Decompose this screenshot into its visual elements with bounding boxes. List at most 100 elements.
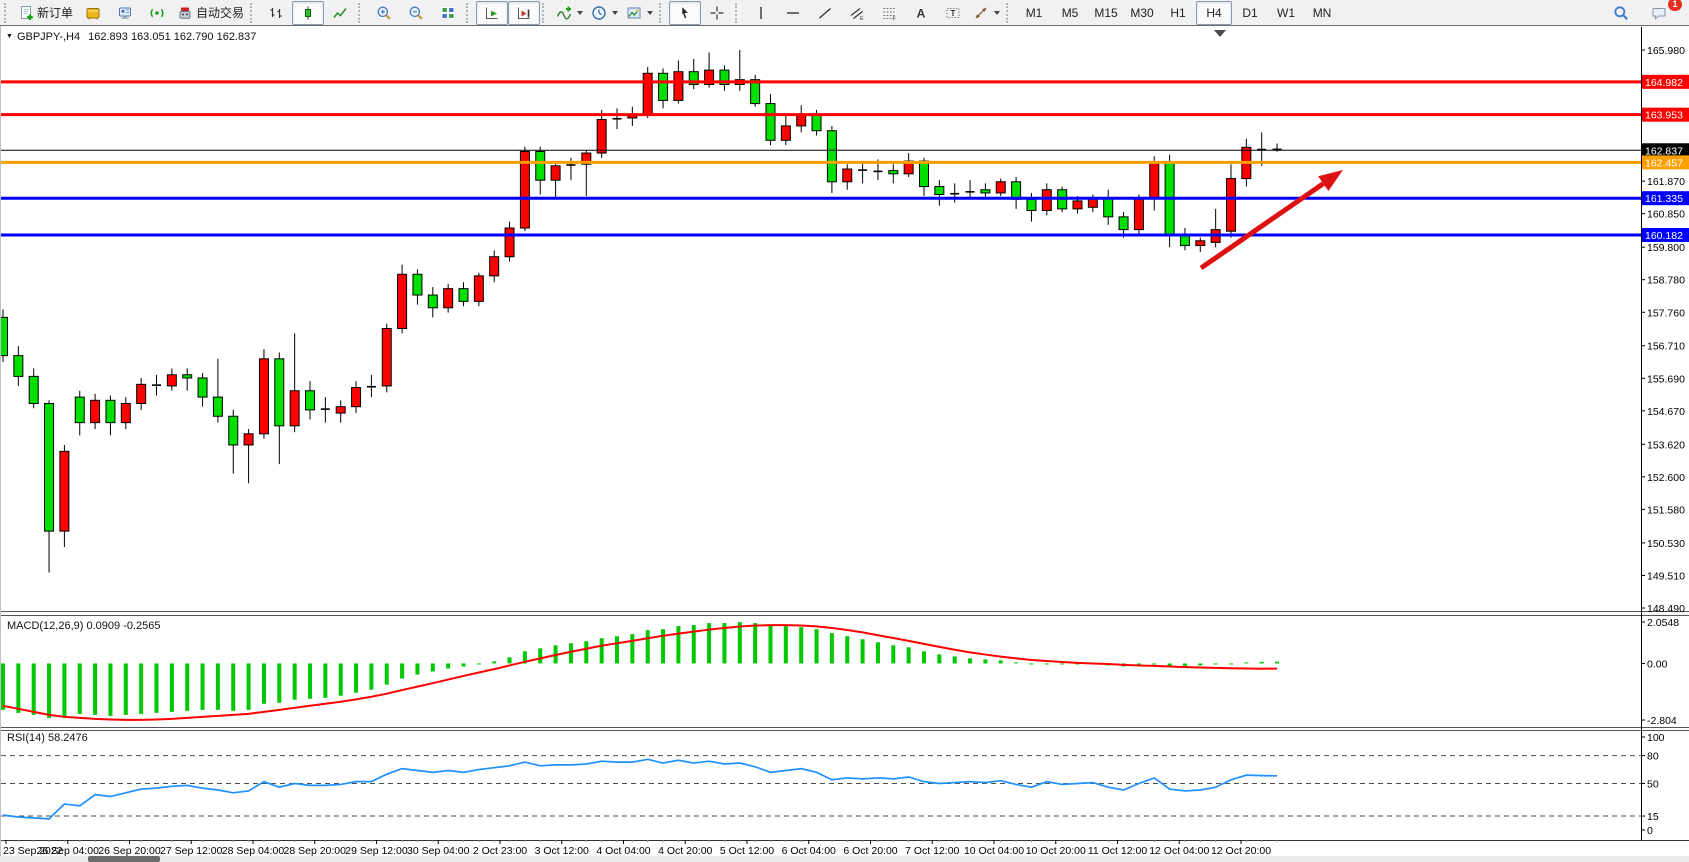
tiles-icon [440, 5, 456, 21]
templates-menu-button[interactable] [622, 1, 657, 25]
horizontal-scrollbar[interactable] [0, 856, 1689, 862]
tf-w1[interactable]: W1 [1268, 1, 1304, 25]
tf-d1[interactable]: D1 [1232, 1, 1268, 25]
autotrading-button[interactable]: 自动交易 [173, 1, 248, 25]
new-order-button[interactable]: 新订单 [14, 1, 77, 25]
tile-windows-button[interactable] [432, 1, 464, 25]
scrollbar-thumb[interactable] [88, 856, 160, 862]
svg-text:155.690: 155.690 [1647, 373, 1685, 385]
chart-shift-marker[interactable] [1214, 30, 1226, 37]
svg-text:-2.804: -2.804 [1647, 715, 1677, 727]
tf-m30-label: M30 [1130, 6, 1153, 20]
toolbar-group-handle[interactable] [659, 3, 665, 23]
tf-m15-label: M15 [1094, 6, 1117, 20]
vertical-line-button[interactable] [745, 1, 777, 25]
shapes-icon [973, 5, 989, 21]
toolbar-group-handle[interactable] [466, 3, 472, 23]
trend-arrow[interactable] [1201, 170, 1343, 268]
candles-icon [300, 5, 316, 21]
chart-symbol-period: GBPJPY-,H4 [17, 31, 80, 43]
svg-text:0: 0 [1647, 825, 1653, 837]
toolbar: 新订单 自动交易 E F AT M1M5 M15 M30 H1 H4 D1W1MN 1 [0, 0, 1689, 26]
periods-menu-button[interactable] [587, 1, 622, 25]
symbol-dropdown-icon[interactable]: ▼ [6, 33, 13, 40]
chart-canvas[interactable]: 164.982163.953162.837162.457161.335160.1… [1, 26, 1689, 862]
monitor-icon [117, 5, 133, 21]
crosshair-icon [709, 5, 725, 21]
tf-m30[interactable]: M30 [1124, 1, 1160, 25]
horizontal-lines[interactable]: 164.982163.953162.837162.457161.335160.1… [1, 75, 1689, 242]
crosshair-button[interactable] [701, 1, 733, 25]
market-book-button[interactable] [77, 1, 109, 25]
gold-book-icon [85, 5, 101, 21]
horizontal-line-button[interactable] [777, 1, 809, 25]
indicator-icon [556, 5, 572, 21]
robot-icon [177, 5, 193, 21]
tf-m5[interactable]: M5 [1052, 1, 1088, 25]
profile-button[interactable] [109, 1, 141, 25]
tf-h1[interactable]: H1 [1160, 1, 1196, 25]
svg-text:163.953: 163.953 [1645, 110, 1683, 122]
candlestick-button[interactable] [292, 1, 324, 25]
chart-shift-button[interactable] [508, 1, 540, 25]
svg-text:160.182: 160.182 [1645, 230, 1683, 242]
tf-mn[interactable]: MN [1304, 1, 1340, 25]
rsi-indicator-label: RSI(14) 58.2476 [7, 732, 88, 744]
svg-text:165.980: 165.980 [1647, 45, 1685, 57]
toolbar-group-handle[interactable] [1006, 3, 1012, 23]
fibonacci-button[interactable]: F [873, 1, 905, 25]
svg-text:157.760: 157.760 [1647, 307, 1685, 319]
chartshift-icon [516, 5, 532, 21]
line-chart-button[interactable] [324, 1, 356, 25]
signal-icon [149, 5, 165, 21]
svg-text:161.870: 161.870 [1647, 176, 1685, 188]
cursor-button[interactable] [669, 1, 701, 25]
time-axis: 23 Sep 202226 Sep 04:0026 Sep 20:0027 Se… [3, 840, 1277, 857]
signals-button[interactable] [141, 1, 173, 25]
tf-m1[interactable]: M1 [1016, 1, 1052, 25]
zoom-out-button[interactable] [400, 1, 432, 25]
search-icon [1613, 5, 1629, 21]
autotrading-button-label: 自动交易 [196, 4, 244, 21]
svg-text:F: F [893, 16, 897, 21]
trendline-button[interactable] [809, 1, 841, 25]
new-order-button-label: 新订单 [37, 4, 73, 21]
toolbar-group-handle[interactable] [735, 3, 741, 23]
svg-text:E: E [860, 16, 864, 21]
channel-icon: E [849, 5, 865, 21]
svg-text:2.0548: 2.0548 [1647, 617, 1679, 629]
tf-h4[interactable]: H4 [1196, 1, 1232, 25]
text-button[interactable]: A [905, 1, 937, 25]
notifications-button[interactable]: 1 [1643, 1, 1675, 25]
shapes-button[interactable] [969, 1, 1004, 25]
toolbar-group-handle[interactable] [358, 3, 364, 23]
channel-button[interactable]: E [841, 1, 873, 25]
chevron-down-icon [612, 11, 618, 15]
svg-text:162.457: 162.457 [1645, 157, 1683, 169]
toolbar-group-handle[interactable] [250, 3, 256, 23]
svg-text:148.490: 148.490 [1647, 603, 1685, 615]
toolbar-group-handle[interactable] [542, 3, 548, 23]
price-axis: 165.980161.870160.850159.800158.780157.7… [1641, 45, 1685, 615]
svg-text:160.850: 160.850 [1647, 209, 1685, 221]
chart-window[interactable]: 164.982163.953162.837162.457161.335160.1… [0, 26, 1689, 862]
search-button[interactable] [1605, 1, 1637, 25]
trendline-icon [817, 5, 833, 21]
zoom-out-icon [408, 5, 424, 21]
clock-icon [591, 5, 607, 21]
svg-text:50: 50 [1647, 779, 1659, 791]
label-button[interactable]: T [937, 1, 969, 25]
svg-text:A: A [917, 6, 926, 20]
svg-text:161.335: 161.335 [1645, 193, 1683, 205]
chevron-down-icon [994, 11, 1000, 15]
panel-frames [1, 27, 1689, 841]
zoom-in-button[interactable] [368, 1, 400, 25]
toolbar-group-handle[interactable] [4, 3, 10, 23]
svg-text:150.530: 150.530 [1647, 538, 1685, 550]
tf-m15[interactable]: M15 [1088, 1, 1124, 25]
bar-chart-button[interactable] [260, 1, 292, 25]
indicators-menu-button[interactable] [552, 1, 587, 25]
tf-h4-label: H4 [1206, 6, 1221, 20]
rsi-panel: 1008050150 [1, 732, 1665, 837]
auto-scroll-button[interactable] [476, 1, 508, 25]
